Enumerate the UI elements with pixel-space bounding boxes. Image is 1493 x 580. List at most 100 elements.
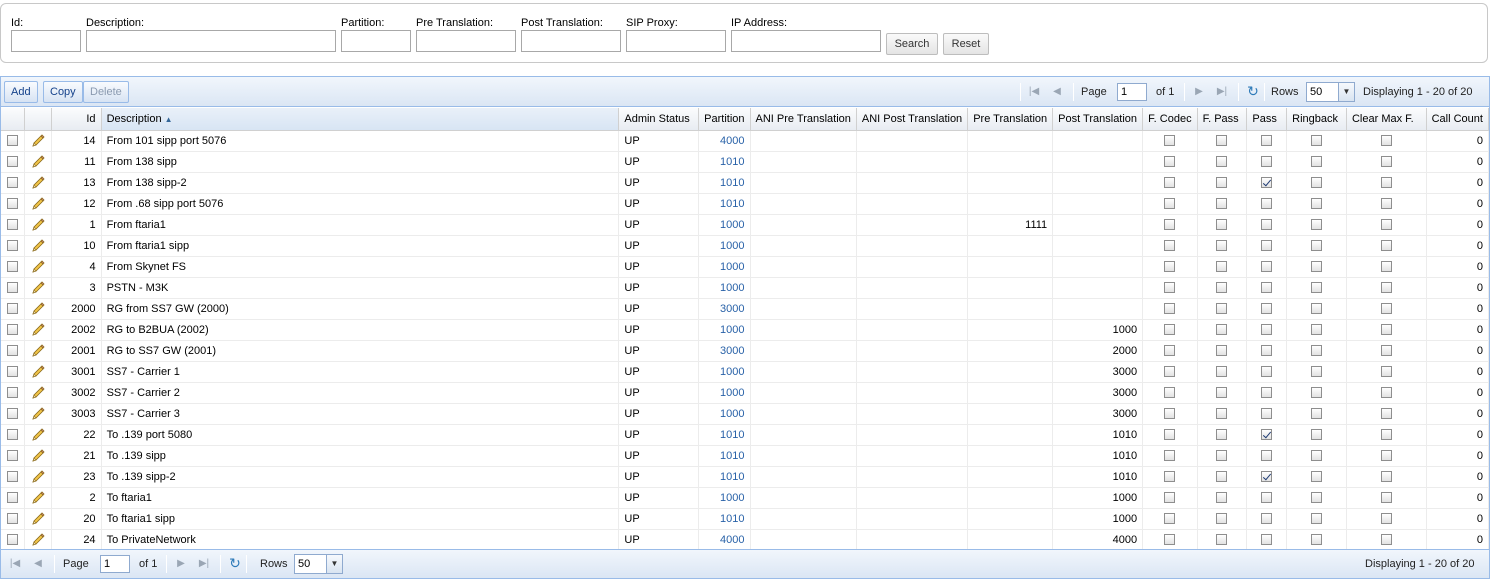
table-row[interactable]: 23 To .139 sipp-2 UP 1010 1010 0 bbox=[1, 466, 1490, 488]
ringback-checkbox[interactable] bbox=[1311, 198, 1323, 210]
f-pass-checkbox[interactable] bbox=[1216, 177, 1228, 189]
table-row[interactable]: 2 To ftaria1 UP 1000 1000 0 bbox=[1, 487, 1490, 509]
ringback-checkbox[interactable] bbox=[1311, 219, 1323, 231]
clear-max-f-checkbox[interactable] bbox=[1380, 198, 1392, 210]
clear-max-f-checkbox[interactable] bbox=[1380, 219, 1392, 231]
refresh-icon[interactable]: ↻ bbox=[228, 556, 242, 570]
f-pass-checkbox[interactable] bbox=[1216, 492, 1228, 504]
f-pass-checkbox[interactable] bbox=[1216, 324, 1228, 336]
row-select-checkbox[interactable] bbox=[7, 471, 19, 483]
pencil-icon[interactable] bbox=[30, 406, 46, 422]
table-row[interactable]: 3002 SS7 - Carrier 2 UP 1000 3000 0 bbox=[1, 382, 1490, 404]
f-codec-checkbox[interactable] bbox=[1164, 450, 1176, 462]
row-select-checkbox[interactable] bbox=[7, 429, 19, 441]
f-pass-checkbox[interactable] bbox=[1216, 198, 1228, 210]
table-row[interactable]: 3003 SS7 - Carrier 3 UP 1000 3000 0 bbox=[1, 403, 1490, 425]
f-pass-checkbox[interactable] bbox=[1216, 513, 1228, 525]
pass-checkbox[interactable] bbox=[1261, 198, 1273, 210]
prev-page-icon[interactable]: ◀ bbox=[31, 557, 45, 571]
row-select-checkbox[interactable] bbox=[7, 282, 19, 294]
pass-checkbox[interactable] bbox=[1261, 492, 1273, 504]
pass-checkbox[interactable] bbox=[1261, 408, 1273, 420]
column-header-f-pass[interactable]: F. Pass bbox=[1197, 108, 1248, 131]
f-pass-checkbox[interactable] bbox=[1216, 345, 1228, 357]
ringback-checkbox[interactable] bbox=[1311, 177, 1323, 189]
table-row[interactable]: 11 From 138 sipp UP 1010 0 bbox=[1, 151, 1490, 173]
f-codec-checkbox[interactable] bbox=[1164, 303, 1176, 315]
row-select-checkbox[interactable] bbox=[7, 534, 19, 546]
cell-partition[interactable]: 1010 bbox=[698, 172, 751, 194]
cell-partition[interactable]: 1000 bbox=[698, 361, 751, 383]
column-header-call-count[interactable]: Call Count bbox=[1426, 108, 1490, 131]
page-number-input[interactable]: 1 bbox=[1117, 83, 1147, 101]
clear-max-f-checkbox[interactable] bbox=[1380, 345, 1392, 357]
pass-checkbox[interactable] bbox=[1261, 513, 1273, 525]
f-codec-checkbox[interactable] bbox=[1164, 219, 1176, 231]
pass-checkbox[interactable] bbox=[1261, 135, 1273, 147]
delete-button[interactable]: Delete bbox=[83, 81, 129, 103]
f-pass-checkbox[interactable] bbox=[1216, 156, 1228, 168]
prev-page-icon[interactable]: ◀ bbox=[1050, 85, 1064, 99]
row-select-checkbox[interactable] bbox=[7, 324, 19, 336]
cell-partition[interactable]: 3000 bbox=[698, 340, 751, 362]
row-select-checkbox[interactable] bbox=[7, 177, 19, 189]
ringback-checkbox[interactable] bbox=[1311, 408, 1323, 420]
pencil-icon[interactable] bbox=[30, 343, 46, 359]
clear-max-f-checkbox[interactable] bbox=[1380, 450, 1392, 462]
clear-max-f-checkbox[interactable] bbox=[1380, 324, 1392, 336]
clear-max-f-checkbox[interactable] bbox=[1380, 261, 1392, 273]
pass-checkbox[interactable] bbox=[1261, 387, 1273, 399]
cell-partition[interactable]: 4000 bbox=[698, 130, 751, 152]
clear-max-f-checkbox[interactable] bbox=[1380, 387, 1392, 399]
row-select-checkbox[interactable] bbox=[7, 366, 19, 378]
row-select-checkbox[interactable] bbox=[7, 156, 19, 168]
pencil-icon[interactable] bbox=[30, 196, 46, 212]
cell-partition[interactable]: 3000 bbox=[698, 298, 751, 320]
cell-partition[interactable]: 1010 bbox=[698, 193, 751, 215]
column-header-post-translation[interactable]: Post Translation bbox=[1052, 108, 1144, 131]
column-header-ani-pre-translation[interactable]: ANI Pre Translation bbox=[750, 108, 857, 131]
table-row[interactable]: 1 From ftaria1 UP 1000 1111 0 bbox=[1, 214, 1490, 236]
pencil-icon[interactable] bbox=[30, 490, 46, 506]
pencil-icon[interactable] bbox=[30, 322, 46, 338]
column-header-f-codec[interactable]: F. Codec bbox=[1142, 108, 1198, 131]
row-select-checkbox[interactable] bbox=[7, 450, 19, 462]
table-row[interactable]: 20 To ftaria1 sipp UP 1010 1000 0 bbox=[1, 508, 1490, 530]
description-filter-input[interactable] bbox=[86, 30, 336, 52]
pass-checkbox[interactable] bbox=[1261, 534, 1273, 546]
pencil-icon[interactable] bbox=[30, 175, 46, 191]
pass-checkbox[interactable] bbox=[1261, 429, 1273, 441]
f-codec-checkbox[interactable] bbox=[1164, 471, 1176, 483]
pass-checkbox[interactable] bbox=[1261, 471, 1273, 483]
column-header-pre-translation[interactable]: Pre Translation bbox=[967, 108, 1054, 131]
ringback-checkbox[interactable] bbox=[1311, 324, 1323, 336]
f-codec-checkbox[interactable] bbox=[1164, 408, 1176, 420]
row-select-checkbox[interactable] bbox=[7, 135, 19, 147]
refresh-icon[interactable]: ↻ bbox=[1246, 84, 1260, 98]
pencil-icon[interactable] bbox=[30, 280, 46, 296]
last-page-icon[interactable]: ▶| bbox=[197, 557, 211, 571]
clear-max-f-checkbox[interactable] bbox=[1380, 135, 1392, 147]
clear-max-f-checkbox[interactable] bbox=[1380, 156, 1392, 168]
table-row[interactable]: 10 From ftaria1 sipp UP 1000 0 bbox=[1, 235, 1490, 257]
ringback-checkbox[interactable] bbox=[1311, 534, 1323, 546]
f-codec-checkbox[interactable] bbox=[1164, 534, 1176, 546]
cell-partition[interactable]: 1000 bbox=[698, 256, 751, 278]
row-select-checkbox[interactable] bbox=[7, 408, 19, 420]
table-row[interactable]: 24 To PrivateNetwork UP 4000 4000 0 bbox=[1, 529, 1490, 551]
cell-partition[interactable]: 1000 bbox=[698, 487, 751, 509]
cell-partition[interactable]: 1000 bbox=[698, 319, 751, 341]
pencil-icon[interactable] bbox=[30, 259, 46, 275]
rows-per-page-select[interactable]: 50 ▼ bbox=[1306, 82, 1355, 102]
table-row[interactable]: 2001 RG to SS7 GW (2001) UP 3000 2000 0 bbox=[1, 340, 1490, 362]
copy-button[interactable]: Copy bbox=[43, 81, 83, 103]
table-row[interactable]: 3 PSTN - M3K UP 1000 0 bbox=[1, 277, 1490, 299]
ringback-checkbox[interactable] bbox=[1311, 345, 1323, 357]
ringback-checkbox[interactable] bbox=[1311, 282, 1323, 294]
table-row[interactable]: 12 From .68 sipp port 5076 UP 1010 0 bbox=[1, 193, 1490, 215]
row-select-checkbox[interactable] bbox=[7, 513, 19, 525]
f-pass-checkbox[interactable] bbox=[1216, 408, 1228, 420]
table-row[interactable]: 4 From Skynet FS UP 1000 0 bbox=[1, 256, 1490, 278]
ringback-checkbox[interactable] bbox=[1311, 156, 1323, 168]
table-row[interactable]: 14 From 101 sipp port 5076 UP 4000 0 bbox=[1, 130, 1490, 152]
